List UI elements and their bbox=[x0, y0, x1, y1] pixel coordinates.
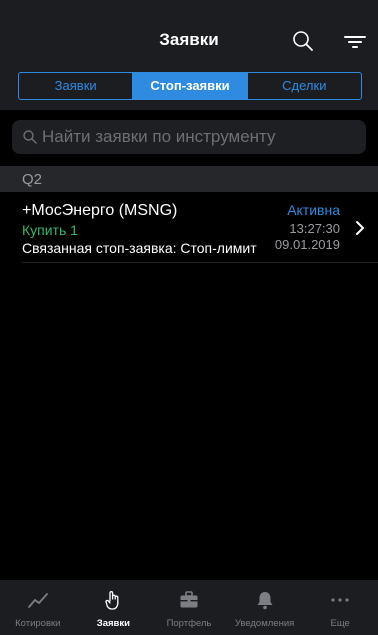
bell-icon bbox=[257, 592, 273, 610]
chevron-right-icon bbox=[356, 221, 364, 235]
tab-label: Заявки bbox=[96, 618, 130, 629]
tab-notifications[interactable]: Уведомления bbox=[227, 580, 303, 635]
order-time: 13:27:30 bbox=[289, 221, 340, 236]
order-row[interactable]: +МосЭнерго (MSNG) Купить 1 Связанная сто… bbox=[0, 196, 378, 262]
tab-label: Котировки bbox=[15, 618, 61, 629]
row-divider bbox=[22, 262, 378, 263]
tab-label: Еще bbox=[330, 618, 350, 629]
chart-line-icon bbox=[27, 593, 48, 608]
order-instrument: +МосЭнерго (MSNG) bbox=[22, 202, 178, 219]
tab-more[interactable]: Еще bbox=[302, 580, 378, 635]
hand-pointer-icon bbox=[105, 591, 119, 610]
search-icon bbox=[293, 31, 313, 51]
orders-segmented-control: Заявки Стоп-заявки Сделки bbox=[18, 72, 362, 100]
order-linked-stop: Связанная стоп-заявка: Стоп-лимит bbox=[22, 240, 257, 256]
page-title: Заявки bbox=[159, 30, 219, 49]
segment-deals[interactable]: Сделки bbox=[248, 73, 361, 99]
tab-orders[interactable]: Заявки bbox=[76, 580, 152, 635]
search-icon bbox=[23, 130, 37, 144]
search-area bbox=[0, 110, 378, 166]
order-side: Купить 1 bbox=[22, 222, 78, 238]
search-button[interactable] bbox=[290, 28, 316, 54]
more-dots-icon bbox=[331, 598, 349, 602]
tab-label: Портфель bbox=[166, 618, 212, 629]
order-status: Активна bbox=[287, 202, 340, 218]
header-bar: Заявки Заявки Стоп-заявки Сделки bbox=[0, 0, 378, 110]
filter-icon bbox=[344, 36, 366, 48]
search-box[interactable] bbox=[12, 120, 366, 154]
search-input[interactable] bbox=[42, 120, 352, 154]
section-title: Q2 bbox=[22, 171, 43, 188]
section-header: Q2 bbox=[0, 166, 378, 192]
tab-label: Уведомления bbox=[234, 618, 295, 629]
bottom-tab-bar: Котировки Заявки Портфель Уведомления Ещ… bbox=[0, 580, 378, 635]
app-screen: Заявки Заявки Стоп-заявки Сделки Найти з… bbox=[0, 0, 378, 635]
order-date: 09.01.2019 bbox=[274, 237, 340, 252]
tab-portfolio[interactable]: Портфель bbox=[151, 580, 227, 635]
segment-stop-orders[interactable]: Стоп-заявки bbox=[133, 73, 248, 99]
tab-quotes[interactable]: Котировки bbox=[0, 580, 76, 635]
segment-orders[interactable]: Заявки bbox=[19, 73, 134, 99]
filter-button[interactable] bbox=[342, 28, 368, 54]
briefcase-icon bbox=[180, 591, 198, 608]
